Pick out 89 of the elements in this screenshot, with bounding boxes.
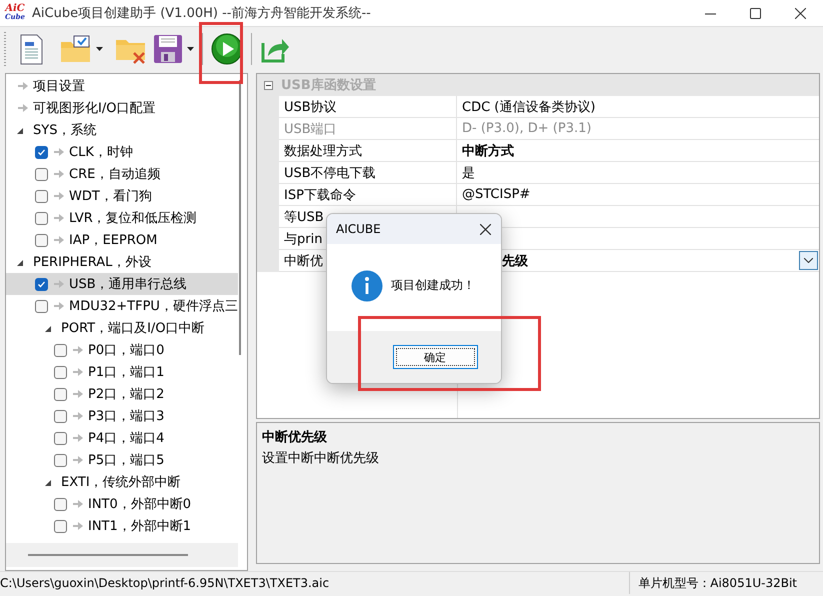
arrow-icon bbox=[54, 214, 64, 222]
checkbox[interactable] bbox=[35, 300, 48, 312]
arrow-icon bbox=[54, 236, 64, 244]
property-value[interactable]: 先级 bbox=[502, 252, 528, 270]
checkbox[interactable] bbox=[54, 410, 67, 422]
tree-item[interactable]: P0口，端口0 bbox=[88, 341, 164, 359]
tree-item[interactable]: 可视图形化I/O口配置 bbox=[33, 99, 156, 117]
checkbox[interactable] bbox=[54, 432, 67, 444]
arrow-icon bbox=[18, 104, 28, 112]
tree-item[interactable]: CLK，时钟 bbox=[69, 143, 133, 161]
property-row[interactable]: 数据处理方式 中断方式 bbox=[257, 140, 819, 162]
collapse-icon[interactable] bbox=[264, 80, 273, 90]
arrow-icon bbox=[73, 412, 83, 420]
checkbox[interactable] bbox=[54, 520, 67, 532]
chip-model: 单片机型号：Ai8051U-32Bit bbox=[638, 574, 797, 592]
tree-item[interactable]: P2口，端口2 bbox=[88, 385, 164, 403]
checkbox[interactable] bbox=[35, 278, 48, 290]
description-title: 中断优先级 bbox=[262, 429, 328, 446]
tree-item[interactable]: 项目设置 bbox=[33, 77, 85, 95]
selected-row[interactable]: USB，通用串行总线 bbox=[6, 273, 238, 295]
tree-item[interactable]: PORT，端口及I/O口中断 bbox=[61, 319, 205, 337]
arrow-icon bbox=[73, 434, 83, 442]
tree-item[interactable]: P3口，端口3 bbox=[88, 407, 164, 425]
checkbox[interactable] bbox=[54, 454, 67, 466]
arrow-icon bbox=[73, 522, 83, 530]
dialog-message: 项目创建成功！ bbox=[391, 277, 475, 294]
property-name[interactable]: 等USB bbox=[284, 208, 324, 226]
arrow-icon bbox=[73, 500, 83, 508]
arrow-icon bbox=[18, 82, 28, 90]
property-name[interactable]: 中断优 bbox=[284, 252, 323, 270]
property-value[interactable]: @STCISP# bbox=[462, 187, 530, 202]
arrow-icon bbox=[54, 192, 64, 200]
arrow-icon bbox=[54, 148, 64, 156]
checkbox[interactable] bbox=[54, 388, 67, 400]
tree-item[interactable]: LVR，复位和低压检测 bbox=[69, 209, 197, 227]
tree-item[interactable]: USB，通用串行总线 bbox=[69, 275, 187, 293]
category-label: USB库函数设置 bbox=[281, 76, 376, 94]
description-text: 设置中断中断优先级 bbox=[262, 450, 380, 467]
checkbox[interactable] bbox=[54, 344, 67, 356]
scrollbar-thumb[interactable] bbox=[28, 554, 188, 556]
checkbox[interactable] bbox=[35, 212, 48, 224]
dropdown-caret-icon[interactable] bbox=[187, 47, 194, 51]
checkbox[interactable] bbox=[35, 190, 48, 202]
tree-item[interactable]: PERIPHERAL，外设 bbox=[33, 253, 152, 271]
dropdown-button[interactable] bbox=[799, 251, 818, 270]
arrow-icon bbox=[73, 346, 83, 354]
tree-item[interactable]: IAP，EEPROM bbox=[69, 231, 158, 249]
checkbox[interactable] bbox=[35, 146, 48, 158]
save-icon[interactable] bbox=[153, 34, 183, 64]
checkbox[interactable] bbox=[54, 366, 67, 378]
run-icon[interactable] bbox=[211, 33, 243, 65]
scrollbar-thumb[interactable] bbox=[239, 80, 241, 355]
arrow-icon bbox=[54, 280, 64, 288]
property-row[interactable]: USB协议 CDC (通信设备类协议) bbox=[257, 96, 819, 118]
dropdown-caret-icon[interactable] bbox=[96, 47, 103, 51]
tree-item[interactable]: WDT，看门狗 bbox=[69, 187, 152, 205]
arrow-icon bbox=[54, 170, 64, 178]
tree-item[interactable]: MDU32+TFPU，硬件浮点三 bbox=[69, 297, 238, 315]
checkbox[interactable] bbox=[35, 234, 48, 246]
tree-item[interactable]: P5口，端口5 bbox=[88, 451, 164, 469]
property-value[interactable]: 是 bbox=[462, 164, 475, 182]
checkbox[interactable] bbox=[35, 168, 48, 180]
tree-item[interactable]: INT0，外部中断0 bbox=[88, 495, 192, 513]
checkbox[interactable] bbox=[54, 498, 67, 510]
property-row[interactable]: USB不停电下载 是 bbox=[257, 162, 819, 184]
arrow-icon bbox=[73, 390, 83, 398]
tree-item[interactable]: P1口，端口1 bbox=[88, 363, 164, 381]
open-folder-icon[interactable] bbox=[60, 34, 92, 64]
window-title: AiCube项目创建助手 (V1.00H) --前海方舟智能开发系统-- bbox=[32, 5, 372, 22]
property-row[interactable]: ISP下载命令 @STCISP# bbox=[257, 184, 819, 206]
tree-item[interactable]: CRE，自动追频 bbox=[69, 165, 160, 183]
property-name[interactable]: 与prin bbox=[284, 230, 322, 248]
file-path: C:\Users\guoxin\Desktop\printf-6.95N\TXET3\TXET3.aic bbox=[0, 576, 330, 590]
tree-item[interactable]: P4口，端口4 bbox=[88, 429, 164, 447]
arrow-icon bbox=[73, 368, 83, 376]
tree-item[interactable]: EXTI，传统外部中断 bbox=[61, 473, 181, 491]
logo-text: AiC bbox=[5, 5, 25, 13]
ok-button[interactable]: 确定 bbox=[392, 345, 478, 369]
info-icon bbox=[351, 270, 383, 302]
tree-item[interactable]: INT1，外部中断1 bbox=[88, 517, 192, 535]
tree-item[interactable]: SYS，系统 bbox=[33, 121, 96, 139]
close-icon[interactable] bbox=[795, 8, 806, 18]
arrow-icon bbox=[54, 302, 64, 310]
annotation-box bbox=[199, 22, 243, 84]
property-value[interactable]: 中断方式 bbox=[462, 142, 514, 160]
maximize-icon[interactable] bbox=[750, 8, 761, 18]
close-icon[interactable] bbox=[480, 224, 491, 234]
chevron-down-icon bbox=[804, 258, 813, 263]
arrow-icon bbox=[73, 456, 83, 464]
